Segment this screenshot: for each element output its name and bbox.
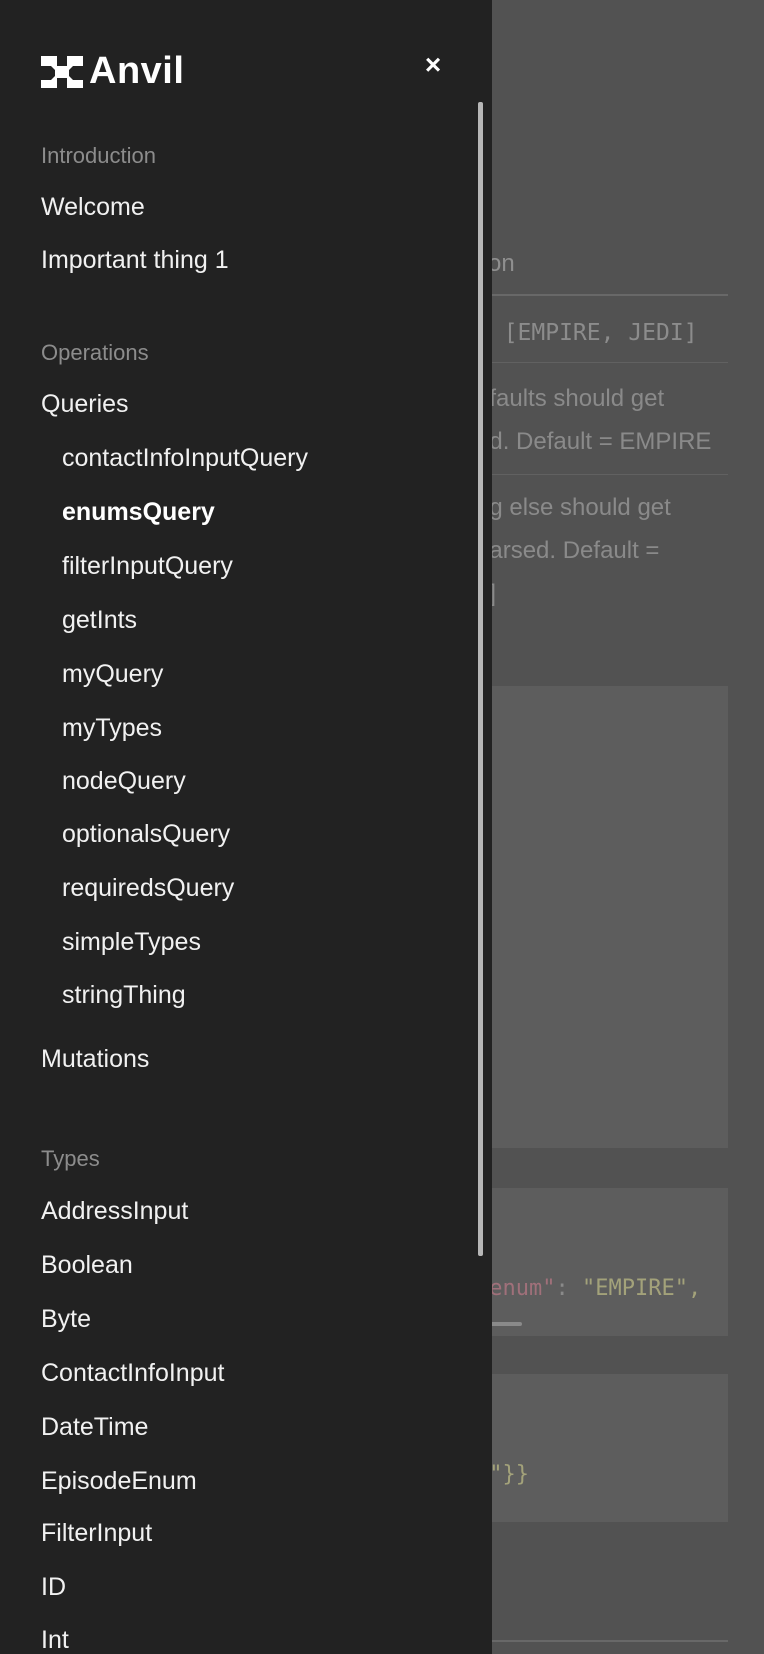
bg-divider — [476, 1640, 728, 1642]
bg-code-block — [476, 686, 728, 1148]
nav-item-id[interactable]: ID — [41, 1573, 66, 1602]
nav-item-byte[interactable]: Byte — [41, 1305, 91, 1334]
bg-divider — [476, 474, 728, 475]
nav-item-contactinfoinput[interactable]: ContactInfoInput — [41, 1359, 224, 1388]
bg-default-value: = [EMPIRE, JEDI] — [476, 320, 698, 346]
nav-sub-myquery[interactable]: myQuery — [62, 660, 163, 689]
drawer-scrollbar[interactable] — [478, 102, 483, 1256]
nav-item-episodeenum[interactable]: EpisodeEnum — [41, 1467, 197, 1496]
nav-sub-requiredsquery[interactable]: requiredsQuery — [62, 874, 234, 903]
nav-item-welcome[interactable]: Welcome — [41, 193, 145, 222]
nav-item-datetime[interactable]: DateTime — [41, 1413, 148, 1442]
bg-description-line: ng else should get — [476, 494, 671, 521]
nav-item-int[interactable]: Int — [41, 1626, 69, 1654]
bg-code-line: "enum": "EMPIRE", — [476, 1276, 702, 1301]
nav-sub-optionalsquery[interactable]: optionalsQuery — [62, 820, 230, 849]
section-title-introduction: Introduction — [41, 143, 156, 168]
anvil-logo-text: Anvil — [89, 50, 185, 92]
bg-description-line: efaults should get — [476, 385, 665, 412]
bg-code-block — [476, 1374, 728, 1522]
nav-sub-getints[interactable]: getInts — [62, 606, 137, 635]
bg-divider — [476, 362, 728, 363]
nav-sub-simpletypes[interactable]: simpleTypes — [62, 928, 201, 957]
bg-description-line: ed. Default = EMPIRE — [476, 428, 712, 455]
bg-divider — [476, 294, 728, 296]
nav-sub-contactinfoinputquery[interactable]: contactInfoInputQuery — [62, 444, 308, 473]
nav-item-filterinput[interactable]: FilterInput — [41, 1519, 152, 1548]
navigation-drawer: Anvil × Introduction Welcome Important t… — [0, 0, 492, 1654]
nav-item-addressinput[interactable]: AddressInput — [41, 1197, 188, 1226]
nav-item-boolean[interactable]: Boolean — [41, 1251, 133, 1280]
nav-sub-enumsquery[interactable]: enumsQuery — [62, 498, 215, 527]
nav-item-mutations[interactable]: Mutations — [41, 1045, 149, 1074]
bg-description-line: parsed. Default = — [476, 537, 660, 564]
bg-code-block — [476, 1188, 728, 1336]
nav-sub-nodequery[interactable]: nodeQuery — [62, 767, 186, 796]
section-title-types: Types — [41, 1146, 100, 1171]
anvil-logo-icon — [41, 55, 83, 88]
nav-item-queries[interactable]: Queries — [41, 390, 129, 419]
nav-sub-stringthing[interactable]: stringThing — [62, 981, 186, 1010]
nav-sub-mytypes[interactable]: myTypes — [62, 714, 162, 743]
anvil-logo[interactable]: Anvil — [41, 50, 184, 93]
section-title-operations: Operations — [41, 340, 149, 365]
nav-item-important-thing-1[interactable]: Important thing 1 — [41, 246, 229, 275]
close-icon[interactable]: × — [418, 50, 448, 80]
nav-sub-filterinputquery[interactable]: filterInputQuery — [62, 552, 233, 581]
